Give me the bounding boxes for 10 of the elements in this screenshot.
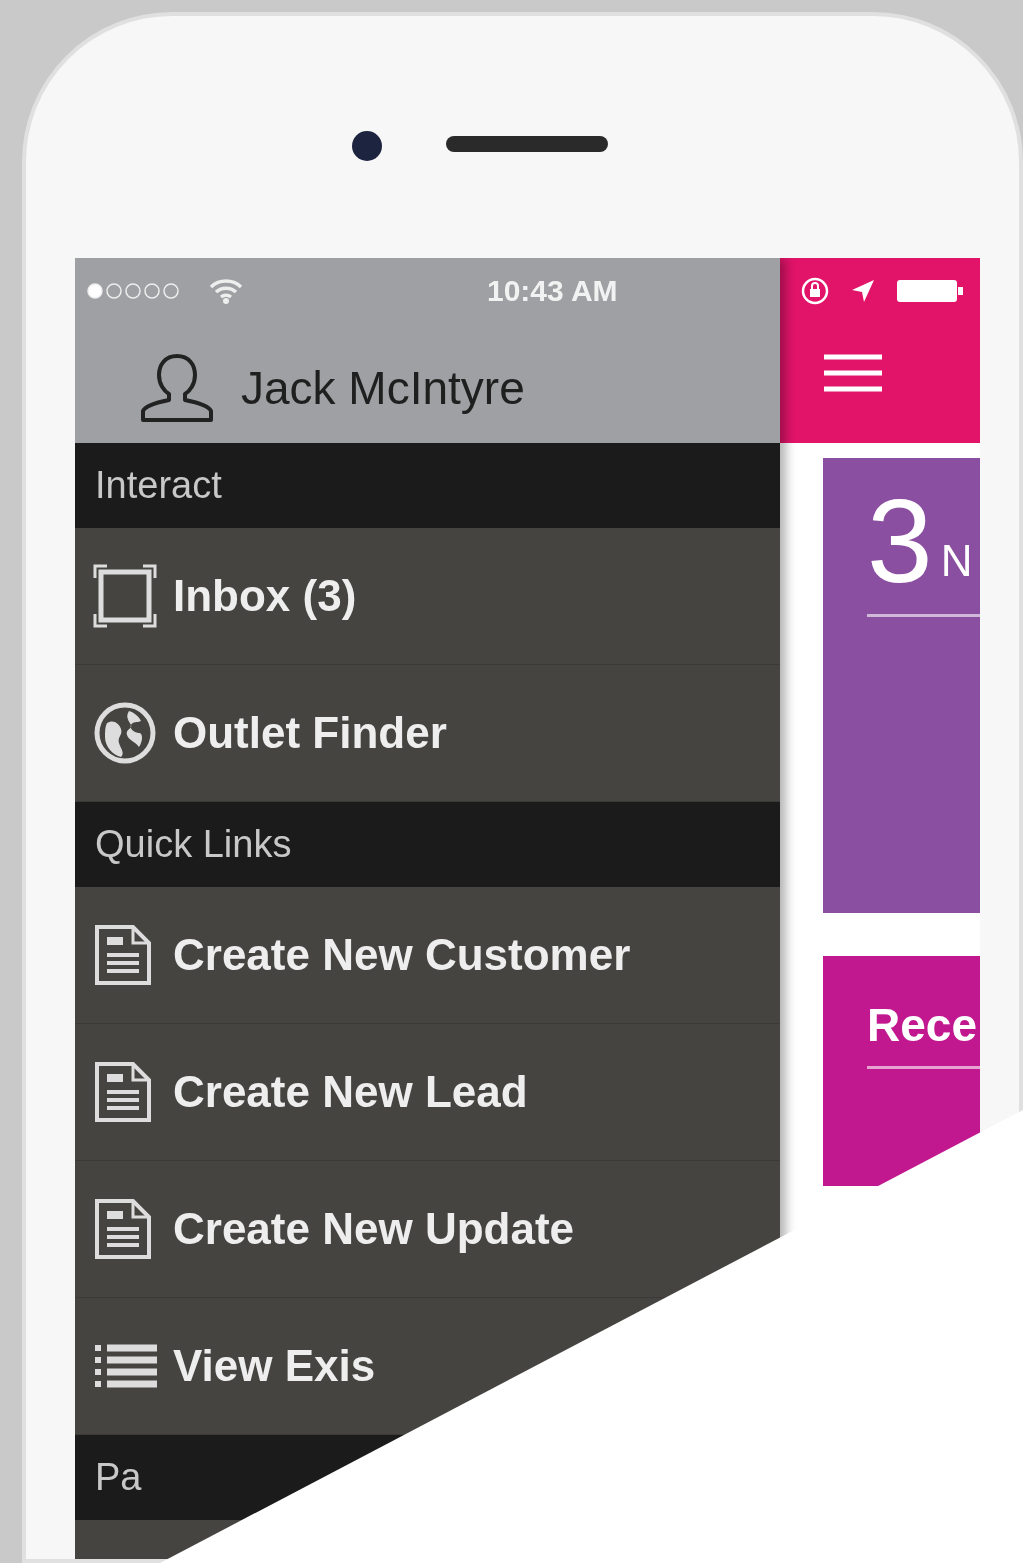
- user-name: Jack McIntyre: [241, 361, 525, 415]
- status-time: 10:43 AM: [487, 274, 618, 308]
- count-value: 3: [867, 482, 933, 600]
- card-title: Rece: [867, 998, 977, 1052]
- section-header: Interact: [75, 443, 780, 528]
- menu-item[interactable]: Inbox (3): [75, 528, 780, 665]
- menu-item[interactable]: Create New Customer: [75, 887, 780, 1024]
- section-header: Quick Links: [75, 802, 780, 887]
- count-label: N: [940, 536, 973, 586]
- menu-item[interactable]: Create New Lead: [75, 1024, 780, 1161]
